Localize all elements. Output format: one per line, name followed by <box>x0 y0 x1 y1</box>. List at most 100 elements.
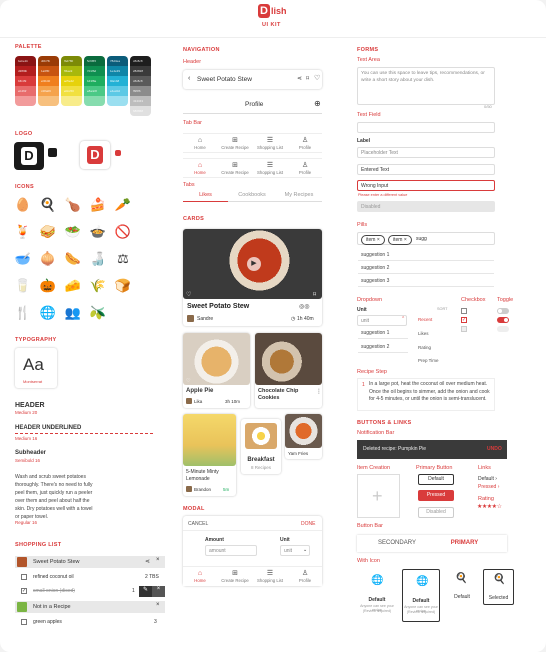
icons-title: ICONS <box>15 184 34 190</box>
icon-button-default[interactable]: 🌐 Default Anyone can see your recipe (Re… <box>358 569 396 619</box>
amount-input[interactable]: amount <box>205 545 257 556</box>
subheader-meta: Semibold 16 <box>15 458 41 463</box>
tab-bar-item[interactable]: ⌂ Home <box>180 136 220 150</box>
featured-card[interactable]: ▶ ♡ ⌑ Sweet Potato Stew ◎◎ Sandre ◷ 1h 4… <box>183 229 322 326</box>
default-button[interactable]: Default <box>418 474 454 485</box>
notification-label: Notification Bar <box>357 430 395 436</box>
toggle-on[interactable] <box>497 317 509 323</box>
done-button[interactable]: DONE <box>301 521 315 527</box>
more-icon[interactable]: ⋮ <box>316 388 322 395</box>
tab-bar-item[interactable]: ☰ Shopping List <box>250 136 290 150</box>
suggestion-item[interactable]: suggestion 1 <box>358 249 494 261</box>
pill[interactable]: item × <box>388 235 412 245</box>
sort-option[interactable]: Rating <box>418 345 431 350</box>
primary-button[interactable]: PRIMARY <box>437 540 492 546</box>
text-area[interactable]: You can use this space to leave tips, re… <box>357 67 495 105</box>
item-checkbox-checked[interactable]: ✓ <box>21 588 27 594</box>
pill[interactable]: item × <box>361 235 385 245</box>
item-checkbox[interactable] <box>21 619 27 625</box>
close-icon[interactable]: × <box>156 602 160 608</box>
sort-selected[interactable]: Recent <box>418 317 432 322</box>
color-swatch: ac5e42 <box>61 76 82 86</box>
tab-bar-item[interactable]: ♙ Profile <box>285 136 325 150</box>
recipe-card[interactable]: ♡ Apple Pie Lika 3h 10m <box>183 333 250 408</box>
unit-dropdown[interactable]: unit <box>357 315 407 326</box>
color-swatch: 1e4e39 <box>107 66 128 76</box>
pill-input-text[interactable]: sugg <box>416 236 427 242</box>
edit-icon[interactable]: ✎ <box>139 586 152 597</box>
secondary-button[interactable]: SECONDARY <box>357 540 437 546</box>
cookbook-card[interactable]: Breakfast 8 Recipes <box>241 419 281 474</box>
dropdown-option[interactable]: suggestion 1 <box>358 327 408 339</box>
tab-bar-item[interactable]: ☰ Shopping List <box>250 161 290 175</box>
swatch-label: eb4f4f <box>18 89 27 93</box>
heart-icon[interactable]: ♡ <box>186 378 190 384</box>
tab-bar-item[interactable]: ⊞ Create Recipe <box>215 136 255 150</box>
link-pressed[interactable]: Pressed › <box>478 484 499 490</box>
icon-button-selected[interactable]: 🌐 Default Anyone can see your recipe (Re… <box>402 569 440 622</box>
disabled-field: Disabled <box>357 201 495 212</box>
pressed-button[interactable]: Pressed <box>418 490 454 501</box>
sort-option[interactable]: Likes <box>418 331 429 336</box>
color-swatch: ef4b40 <box>38 76 59 86</box>
close-icon[interactable]: × <box>156 557 160 563</box>
checkbox-unchecked[interactable] <box>461 308 467 314</box>
recipe-card-mini[interactable]: Yam Fries <box>285 414 322 459</box>
checkbox-checked[interactable]: ✓ <box>461 317 467 323</box>
add-icon[interactable]: ⊕ <box>314 99 321 108</box>
tab-bar-item[interactable]: ♙ Profile <box>285 161 325 175</box>
delete-icon[interactable]: × <box>152 586 165 597</box>
back-icon[interactable]: ‹ <box>188 75 190 82</box>
tab-bar-item[interactable]: ⊞ Create Recipe <box>215 161 255 175</box>
text-field[interactable] <box>357 122 495 133</box>
bookmark-icon[interactable]: ⌑ <box>306 75 309 82</box>
dropdown-option[interactable]: suggestion 2 <box>358 341 408 353</box>
star-icon[interactable]: ☆ <box>497 504 502 510</box>
icon-button-small-selected[interactable]: 🍳 Selected <box>483 569 514 605</box>
undo-button[interactable]: UNDO <box>487 446 502 452</box>
typography-title: TYPOGRAPHY <box>15 337 57 343</box>
recipe-card[interactable]: 5-Minute Minty Lemonade Brandon 5m <box>183 414 236 496</box>
field-label: Label <box>357 138 371 144</box>
card-title: Apple Pie <box>186 388 214 394</box>
suggestion-item[interactable]: suggestion 2 <box>358 262 494 274</box>
toggle-off[interactable] <box>497 308 509 314</box>
tab-bar-item[interactable]: ⌂ Home <box>180 569 220 583</box>
tab-bar-item[interactable]: ♙ Profile <box>285 569 325 583</box>
cancel-button[interactable]: CANCEL <box>188 521 208 527</box>
shopping-group-header[interactable]: Sweet Potato Stew ⋖ × <box>15 556 165 568</box>
carrot-icon: 🥕 <box>114 197 132 212</box>
share-icon[interactable]: ⋖ <box>145 558 150 565</box>
tab-cookbooks[interactable]: Cookbooks <box>229 192 275 198</box>
share-icon[interactable]: ⋖ <box>297 75 302 82</box>
heart-icon[interactable]: ♡ <box>186 291 191 298</box>
tab-bar-label: Profile <box>298 578 312 583</box>
rating-stars[interactable]: ★★★★☆ <box>477 503 502 510</box>
shopping-list-icon: ☰ <box>266 137 274 144</box>
recipe-card[interactable]: Chocolate Chip Cookies ⋮ <box>255 333 322 408</box>
tab-bar-item[interactable]: ⊞ Create Recipe <box>215 569 255 583</box>
tab-my-recipes[interactable]: My Recipes <box>276 192 322 198</box>
placeholder-field[interactable]: Placeholder Text <box>357 147 495 158</box>
heart-icon[interactable]: ♡ <box>314 74 320 82</box>
entered-field[interactable]: Entered Text <box>357 164 495 175</box>
pill-input[interactable]: item × item × sugg <box>357 232 495 245</box>
recipe-step: 1 In a large pot, heat the coconut oil o… <box>357 378 495 411</box>
item-checkbox[interactable] <box>21 574 27 580</box>
link-default[interactable]: Default › <box>478 476 497 482</box>
error-field[interactable]: Wrong Input <box>357 180 495 191</box>
icon-button-small-default[interactable]: 🍳 Default <box>446 569 478 605</box>
palette-column: 5c9f65 7d1f6d b43f8a e8a4c8 <box>84 56 105 106</box>
tab-bar-item[interactable]: ⌂ Home <box>180 161 220 175</box>
tab-likes[interactable]: Likes <box>183 192 228 202</box>
bookmark-icon[interactable]: ⌑ <box>313 291 316 298</box>
item-creation-box[interactable]: + <box>357 474 400 518</box>
shopping-list-icon: ☰ <box>266 570 274 577</box>
tab-bar-item[interactable]: ☰ Shopping List <box>250 569 290 583</box>
shopping-group-header[interactable]: Not in a Recipe × <box>15 601 165 613</box>
play-icon[interactable]: ▶ <box>247 257 261 271</box>
dropdown-unit-label: Unit <box>357 307 367 313</box>
swatch-label: 1e4e39 <box>110 69 121 73</box>
suggestion-item[interactable]: suggestion 3 <box>358 275 494 287</box>
sort-option[interactable]: Prep Time <box>418 358 439 363</box>
